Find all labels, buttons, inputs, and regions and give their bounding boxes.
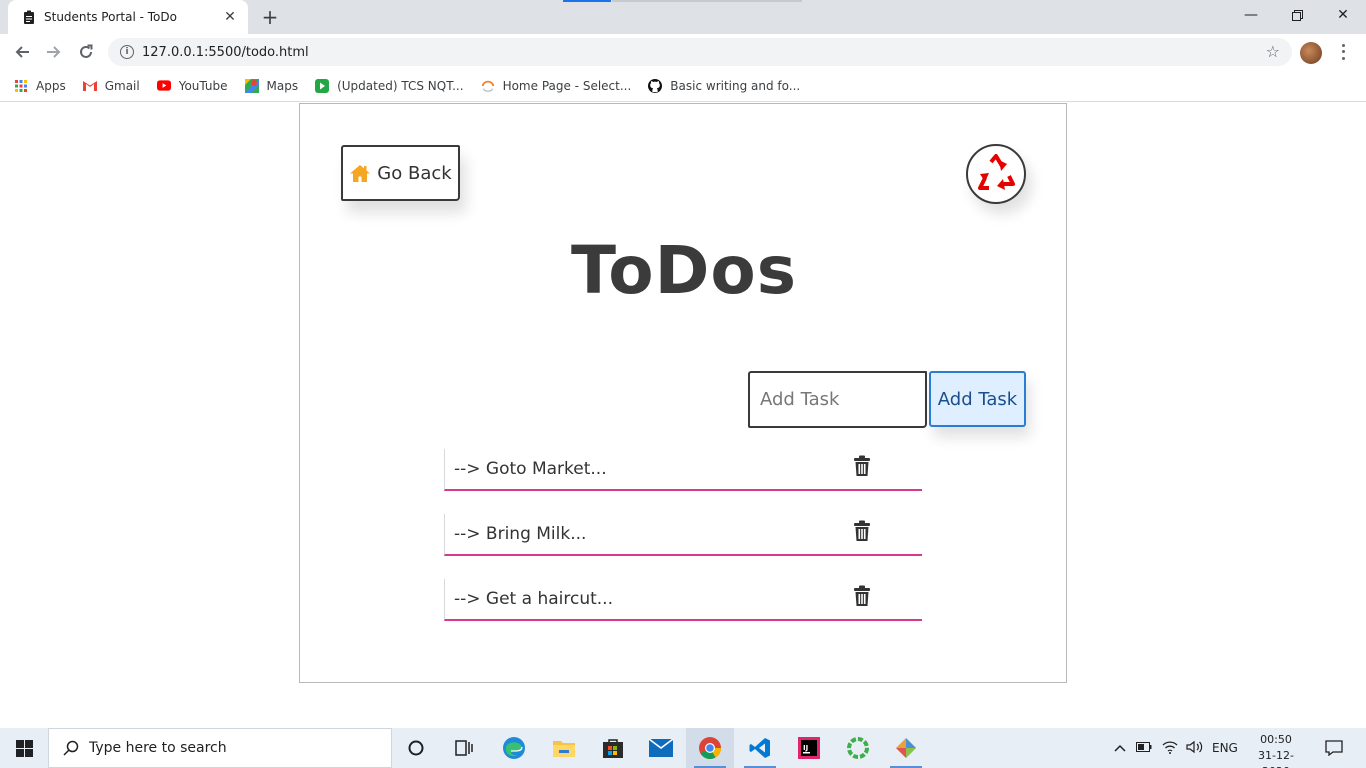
browser-tab-strip: Students Portal - ToDo ✕ + — ✕ — [0, 0, 1366, 34]
minimize-button[interactable]: — — [1228, 0, 1274, 30]
todo-card: Go Back ToDos Add Task --> Goto Market..… — [299, 103, 1067, 683]
todo-item: --> Bring Milk... — [444, 514, 922, 556]
bookmark-apps[interactable]: Apps — [14, 79, 66, 93]
colorful-app-icon[interactable] — [882, 728, 930, 768]
bookmark-gmail[interactable]: Gmail — [82, 78, 140, 93]
green-play-icon — [315, 78, 330, 93]
page-title: ToDos — [570, 232, 797, 309]
todo-text: --> Bring Milk... — [454, 524, 587, 544]
todo-text: --> Get a haircut... — [454, 589, 613, 609]
bookmark-tcs-nqt[interactable]: (Updated) TCS NQT... — [315, 78, 464, 93]
trash-icon[interactable] — [852, 585, 872, 607]
url-text: 127.0.0.1:5500/todo.html — [142, 44, 309, 60]
notifications-icon[interactable] — [1310, 728, 1358, 768]
youtube-icon — [156, 79, 171, 93]
green-ring-app-icon[interactable] — [834, 728, 882, 768]
address-bar[interactable]: i 127.0.0.1:5500/todo.html ☆ — [108, 38, 1292, 66]
bookmark-label: Maps — [266, 78, 299, 93]
file-explorer-icon[interactable] — [540, 728, 588, 768]
trash-icon[interactable] — [852, 520, 872, 542]
bookmark-label: Home Page - Select... — [502, 78, 632, 93]
taskbar-clock[interactable]: 00:50 31-12-2020 — [1246, 732, 1306, 768]
new-tab-button[interactable]: + — [258, 5, 282, 29]
bookmark-label: Basic writing and fo... — [670, 78, 801, 93]
apps-grid-icon — [14, 79, 28, 93]
battery-icon[interactable] — [1136, 741, 1152, 755]
browser-toolbar: i 127.0.0.1:5500/todo.html ☆ — [0, 34, 1366, 70]
tab-inactive-edge — [612, 0, 802, 2]
add-task-input[interactable] — [748, 371, 927, 428]
github-icon — [648, 78, 663, 93]
chrome-taskbar-icon[interactable] — [686, 728, 734, 768]
todo-item: --> Goto Market... — [444, 449, 922, 491]
wifi-icon[interactable] — [1162, 740, 1178, 757]
browser-tab[interactable]: Students Portal - ToDo ✕ — [8, 0, 248, 34]
recycle-icon — [978, 154, 1015, 190]
tab-loading-indicator — [563, 0, 611, 2]
task-view-icon[interactable] — [440, 728, 488, 768]
go-back-label: Go Back — [377, 162, 452, 184]
intellij-icon[interactable]: IJ — [785, 728, 833, 768]
tab-title: Students Portal - ToDo — [44, 10, 177, 24]
back-arrow-icon[interactable] — [8, 38, 36, 66]
orange-circle-icon — [481, 79, 495, 93]
cortana-icon[interactable] — [392, 728, 440, 768]
gmail-icon — [82, 79, 97, 93]
search-icon — [63, 740, 79, 756]
close-window-button[interactable]: ✕ — [1320, 0, 1366, 30]
bookmark-label: (Updated) TCS NQT... — [337, 78, 464, 93]
taskbar-search-box[interactable]: Type here to search — [48, 728, 392, 768]
bookmark-label: Apps — [36, 78, 66, 93]
add-task-button[interactable]: Add Task — [929, 371, 1026, 427]
bookmark-label: Gmail — [104, 78, 140, 93]
search-placeholder: Type here to search — [89, 740, 227, 756]
system-tray: ENG — [1114, 728, 1238, 768]
bookmark-label: YouTube — [178, 78, 228, 93]
restore-button[interactable] — [1274, 0, 1320, 30]
windows-taskbar: Type here to search IJ ENG 00:50 31-12- — [0, 728, 1366, 768]
edge-icon[interactable] — [490, 728, 538, 768]
clock-date: 31-12-2020 — [1258, 749, 1294, 768]
windows-start-icon[interactable] — [0, 728, 48, 768]
go-back-button[interactable]: Go Back — [341, 145, 460, 201]
bookmark-home-page[interactable]: Home Page - Select... — [481, 78, 632, 93]
forward-arrow-icon[interactable] — [40, 38, 68, 66]
browser-menu-icon[interactable] — [1338, 42, 1348, 62]
todo-text: --> Goto Market... — [454, 459, 607, 479]
language-indicator[interactable]: ENG — [1212, 741, 1238, 755]
reload-icon[interactable] — [72, 38, 100, 66]
bookmark-youtube[interactable]: YouTube — [156, 78, 228, 93]
tab-close-icon[interactable]: ✕ — [222, 9, 238, 25]
speaker-icon[interactable] — [1186, 740, 1204, 757]
maps-icon — [244, 78, 259, 93]
bookmark-github[interactable]: Basic writing and fo... — [648, 78, 801, 93]
recycle-button[interactable] — [966, 144, 1026, 204]
bookmark-maps[interactable]: Maps — [244, 78, 299, 93]
mail-icon[interactable] — [637, 728, 685, 768]
clipboard-icon — [22, 10, 36, 24]
trash-icon[interactable] — [852, 455, 872, 477]
bookmarks-bar: Apps Gmail YouTube Maps (Updated) TCS NQ… — [0, 70, 1366, 102]
site-info-icon[interactable]: i — [120, 45, 134, 59]
profile-avatar[interactable] — [1300, 42, 1322, 64]
clock-time: 00:50 — [1260, 733, 1292, 746]
microsoft-store-icon[interactable] — [589, 728, 637, 768]
chevron-up-icon[interactable] — [1114, 741, 1126, 755]
svg-text:IJ: IJ — [803, 744, 808, 752]
bookmark-star-icon[interactable]: ☆ — [1266, 42, 1280, 61]
home-icon — [349, 164, 371, 183]
vscode-icon[interactable] — [736, 728, 784, 768]
todo-item: --> Get a haircut... — [444, 579, 922, 621]
